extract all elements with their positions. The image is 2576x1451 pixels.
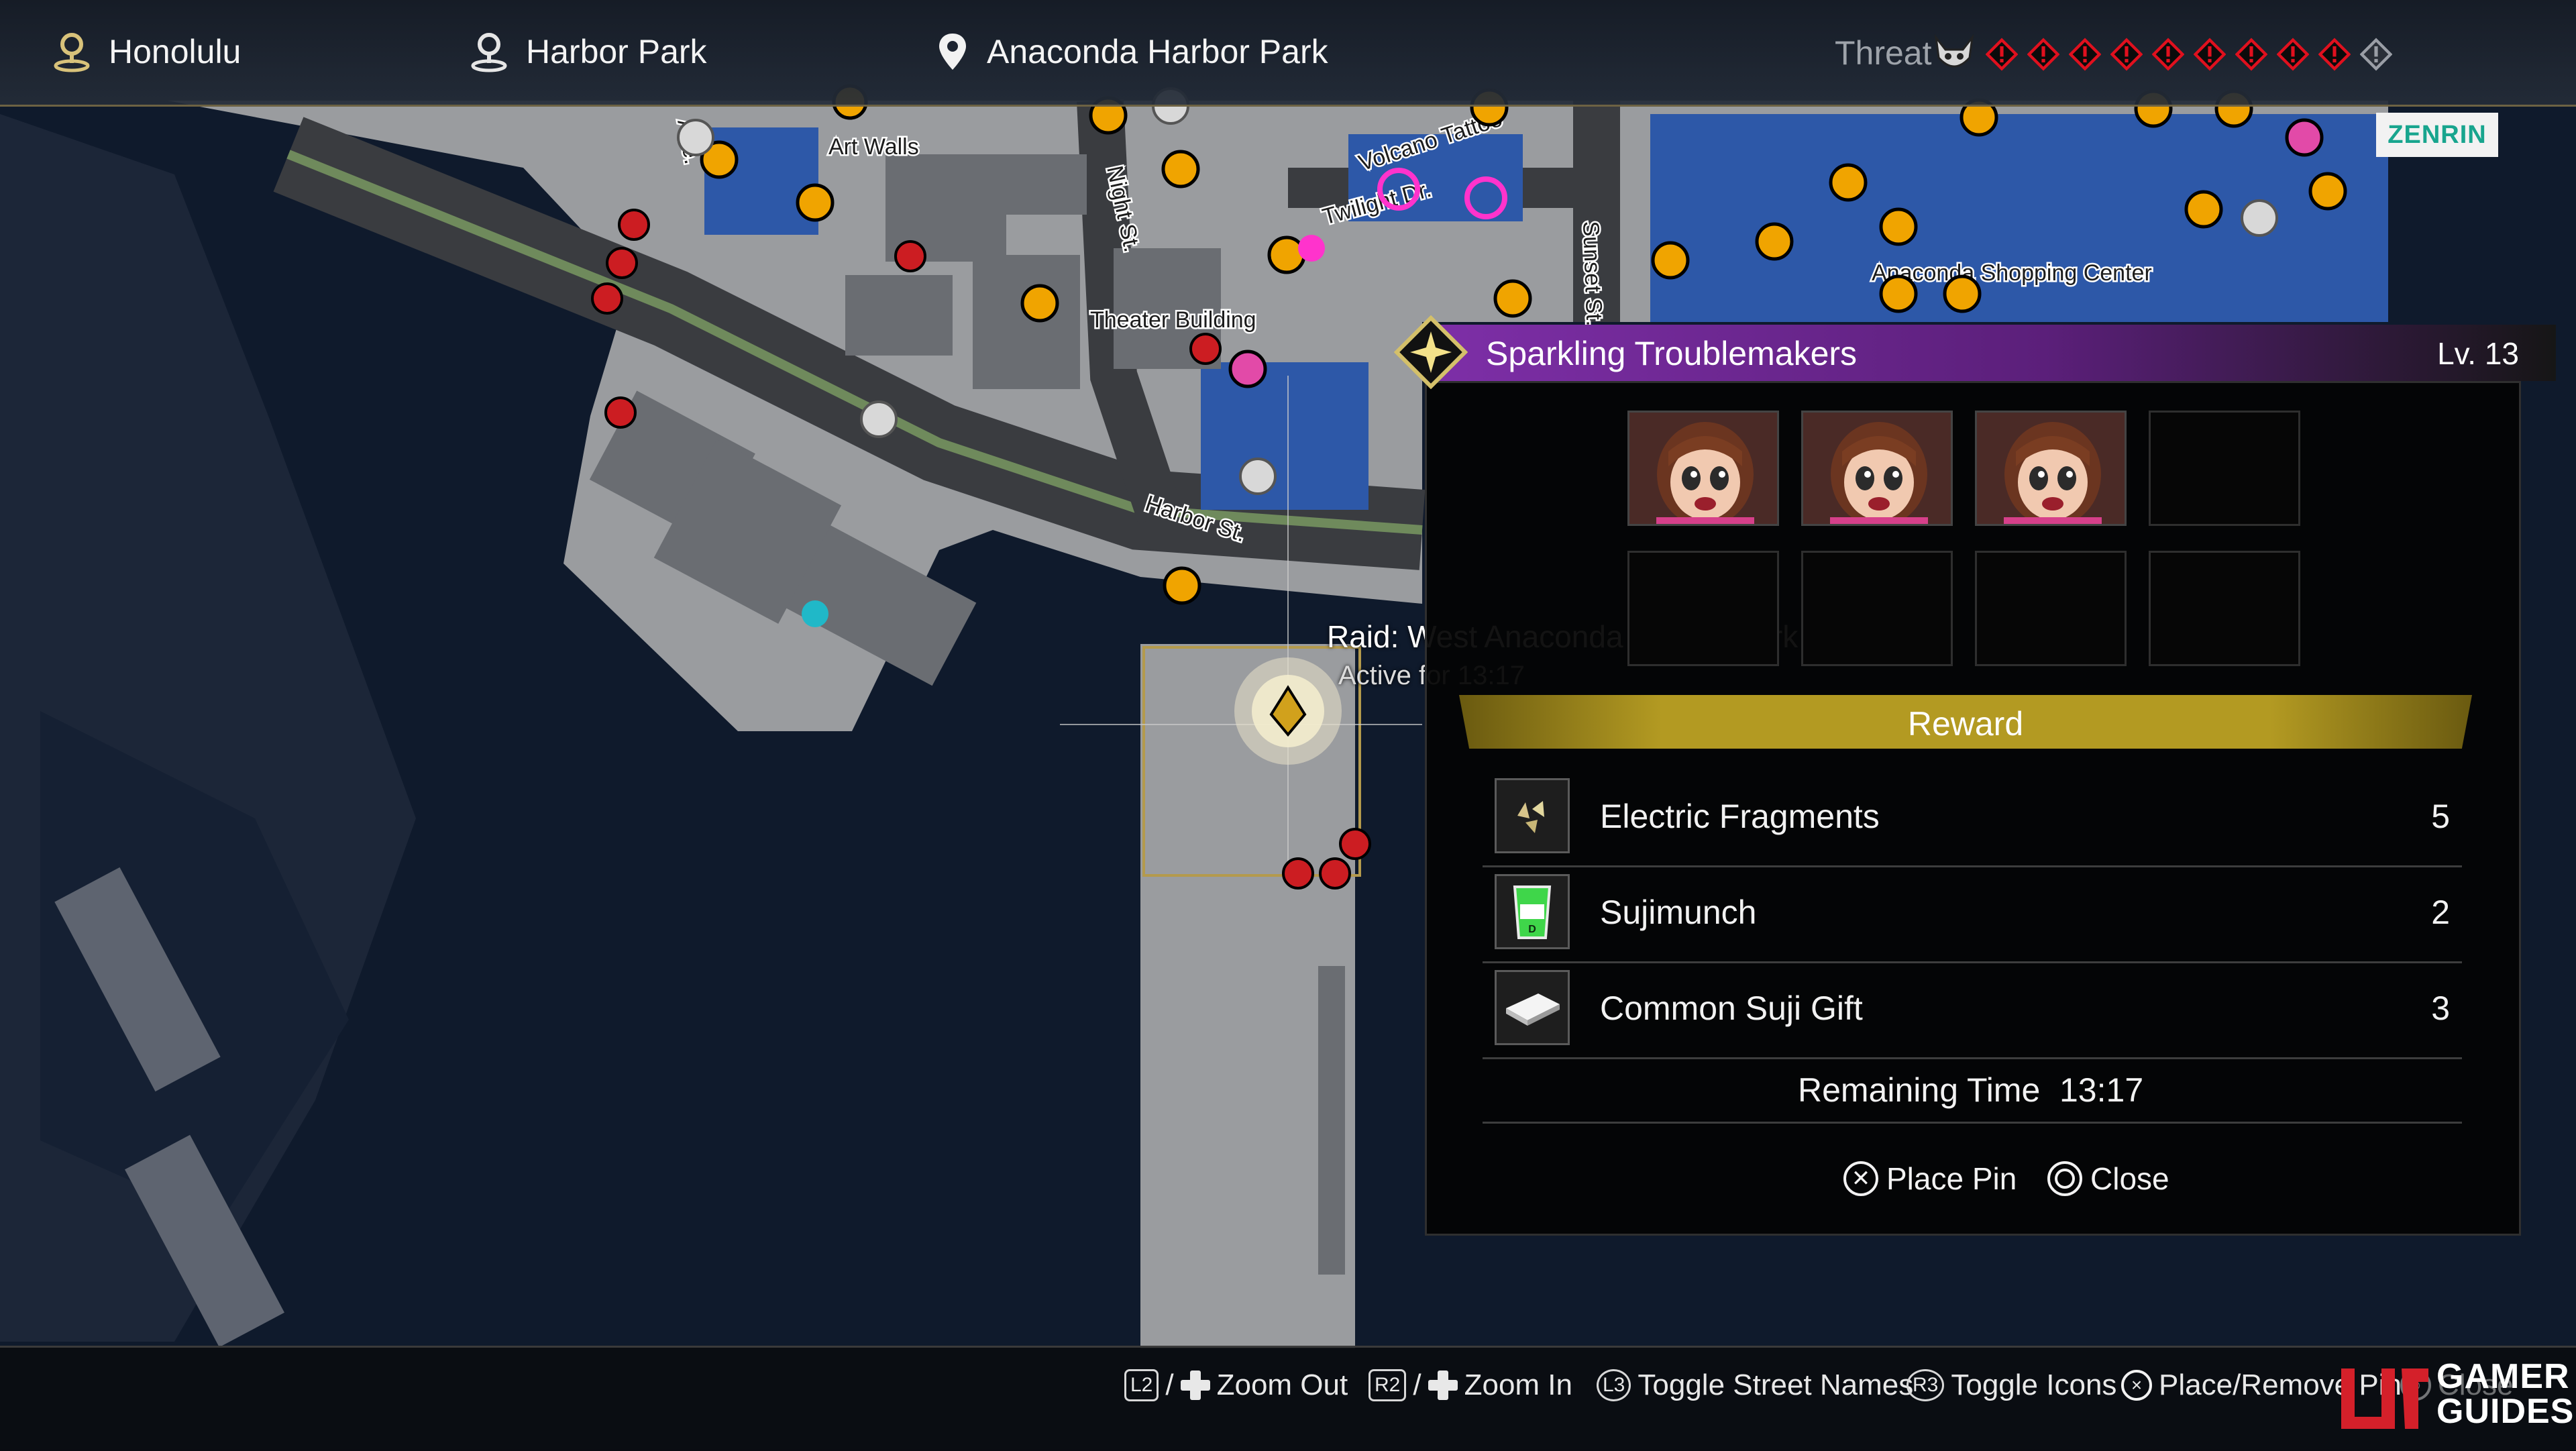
- electric-fragments-icon: [1495, 778, 1570, 853]
- empty-enemy-slot: [2149, 411, 2300, 526]
- cross-button-icon: ✕: [1843, 1161, 1878, 1196]
- threat-diamond-filled: [2027, 38, 2059, 71]
- l3-stick-icon: L3: [1597, 1369, 1631, 1401]
- reward-row: Electric Fragments 5: [1483, 771, 2462, 867]
- street-label-art-walls: Art Walls: [828, 134, 919, 160]
- threat-diamond-filled: [2318, 38, 2351, 71]
- street-label-anaconda-shopping-center: Anaconda Shopping Center: [1872, 260, 2152, 286]
- l2-key-icon: L2: [1124, 1369, 1159, 1401]
- location-area-label: Harbor Park: [526, 33, 707, 70]
- reward-row: Common Suji Gift 3: [1483, 963, 2462, 1059]
- empty-enemy-slot: [1975, 551, 2127, 666]
- svg-text:D: D: [1528, 924, 1536, 935]
- location-pin-icon: [939, 34, 966, 70]
- enemy-portrait-slot: [1975, 411, 2127, 526]
- threat-diamond-filled: [2069, 38, 2101, 71]
- cross-button-icon: ×: [2121, 1370, 2152, 1401]
- threat-diamond-filled: [2277, 38, 2309, 71]
- watermark-line1: GAMER: [2436, 1357, 2570, 1396]
- raid-panel-header: Sparkling Troublemakers Lv. 13: [1422, 325, 2556, 381]
- reward-name: Electric Fragments: [1600, 798, 1880, 835]
- empty-enemy-slot: [1627, 551, 1779, 666]
- area-pin-icon: [471, 33, 507, 72]
- raid-level: Lv. 13: [2437, 336, 2519, 371]
- raid-name: Sparkling Troublemakers: [1486, 335, 1858, 372]
- threat-diamond-filled: [1986, 38, 2018, 71]
- watermark-line2: GUIDES: [2436, 1392, 2575, 1431]
- toggle-icons-label: Toggle Icons: [1951, 1368, 2117, 1401]
- zoom-in-control[interactable]: R2 / Zoom In: [1368, 1368, 1572, 1402]
- location-district-label: Honolulu: [109, 33, 241, 70]
- remaining-time-row: Remaining Time 13:17: [1483, 1055, 2462, 1124]
- location-district: Honolulu: [52, 28, 241, 75]
- toggle-street-names-control[interactable]: L3 Toggle Street Names: [1597, 1368, 1913, 1402]
- reward-quantity: 3: [2431, 989, 2450, 1027]
- remaining-time-value: 13:17: [2059, 1071, 2144, 1109]
- enemy-portrait-slot: [1801, 411, 1953, 526]
- zoom-in-label: Zoom In: [1464, 1368, 1572, 1401]
- location-place-label: Anaconda Harbor Park: [987, 33, 1328, 70]
- reward-row: D Sujimunch 2: [1483, 867, 2462, 963]
- reward-quantity: 2: [2431, 894, 2450, 931]
- zoom-out-label: Zoom Out: [1216, 1368, 1348, 1401]
- toggle-icons-control[interactable]: R3 Toggle Icons: [1907, 1368, 2116, 1402]
- map-attribution: ZENRIN: [2376, 113, 2498, 157]
- dpad-icon: [1180, 1371, 1210, 1400]
- suji-gift-icon: [1495, 970, 1570, 1045]
- reward-header: Reward: [1459, 695, 2472, 749]
- zoom-out-control[interactable]: L2 / Zoom Out: [1124, 1368, 1348, 1402]
- threat-demon-icon: [1934, 34, 1974, 68]
- close-label: Close: [2090, 1161, 2169, 1196]
- threat-diamond-filled: [2110, 38, 2143, 71]
- troublemaker-portrait-icon: [1977, 413, 2125, 524]
- reward-name: Common Suji Gift: [1600, 989, 1863, 1027]
- threat-label: Threat: [1835, 34, 1932, 72]
- troublemaker-portrait-icon: [1629, 413, 1777, 524]
- threat-meter: [1932, 34, 2392, 75]
- location-place: Anaconda Harbor Park: [936, 28, 1328, 75]
- threat-diamond-empty: [2360, 38, 2392, 71]
- threat-diamond-filled: [2152, 38, 2184, 71]
- reward-quantity: 5: [2431, 798, 2450, 835]
- reward-name: Sujimunch: [1600, 894, 1757, 931]
- toggle-street-names-label: Toggle Street Names: [1638, 1368, 1914, 1401]
- watermark-text: GAMER GUIDES: [2436, 1359, 2574, 1429]
- r3-stick-icon: R3: [1907, 1369, 1945, 1401]
- empty-enemy-slot: [2149, 551, 2300, 666]
- street-label-theater-building: Theater Building: [1090, 307, 1256, 333]
- empty-enemy-slot: [1801, 551, 1953, 666]
- troublemaker-portrait-icon: [1803, 413, 1951, 524]
- reward-label: Reward: [1907, 705, 2024, 743]
- dpad-icon: [1428, 1371, 1458, 1400]
- circle-button-icon: [2047, 1161, 2082, 1196]
- location-area: Harbor Park: [470, 28, 707, 75]
- raid-badge-icon: [1394, 315, 1468, 389]
- place-pin-button[interactable]: ✕ Place Pin: [1843, 1161, 2017, 1197]
- enemy-portrait-slot: [1627, 411, 1779, 526]
- street-label-sunset-st: Sunset St.: [1578, 221, 1607, 327]
- threat-diamond-filled: [2235, 38, 2267, 71]
- remaining-time-label: Remaining Time: [1798, 1071, 2041, 1109]
- threat-diamond-filled: [2194, 38, 2226, 71]
- place-pin-label: Place Pin: [1886, 1161, 2017, 1196]
- close-button[interactable]: Close: [2047, 1161, 2169, 1197]
- r2-key-icon: R2: [1368, 1369, 1407, 1401]
- district-pin-icon: [54, 33, 90, 72]
- sujimunch-icon: D: [1495, 874, 1570, 949]
